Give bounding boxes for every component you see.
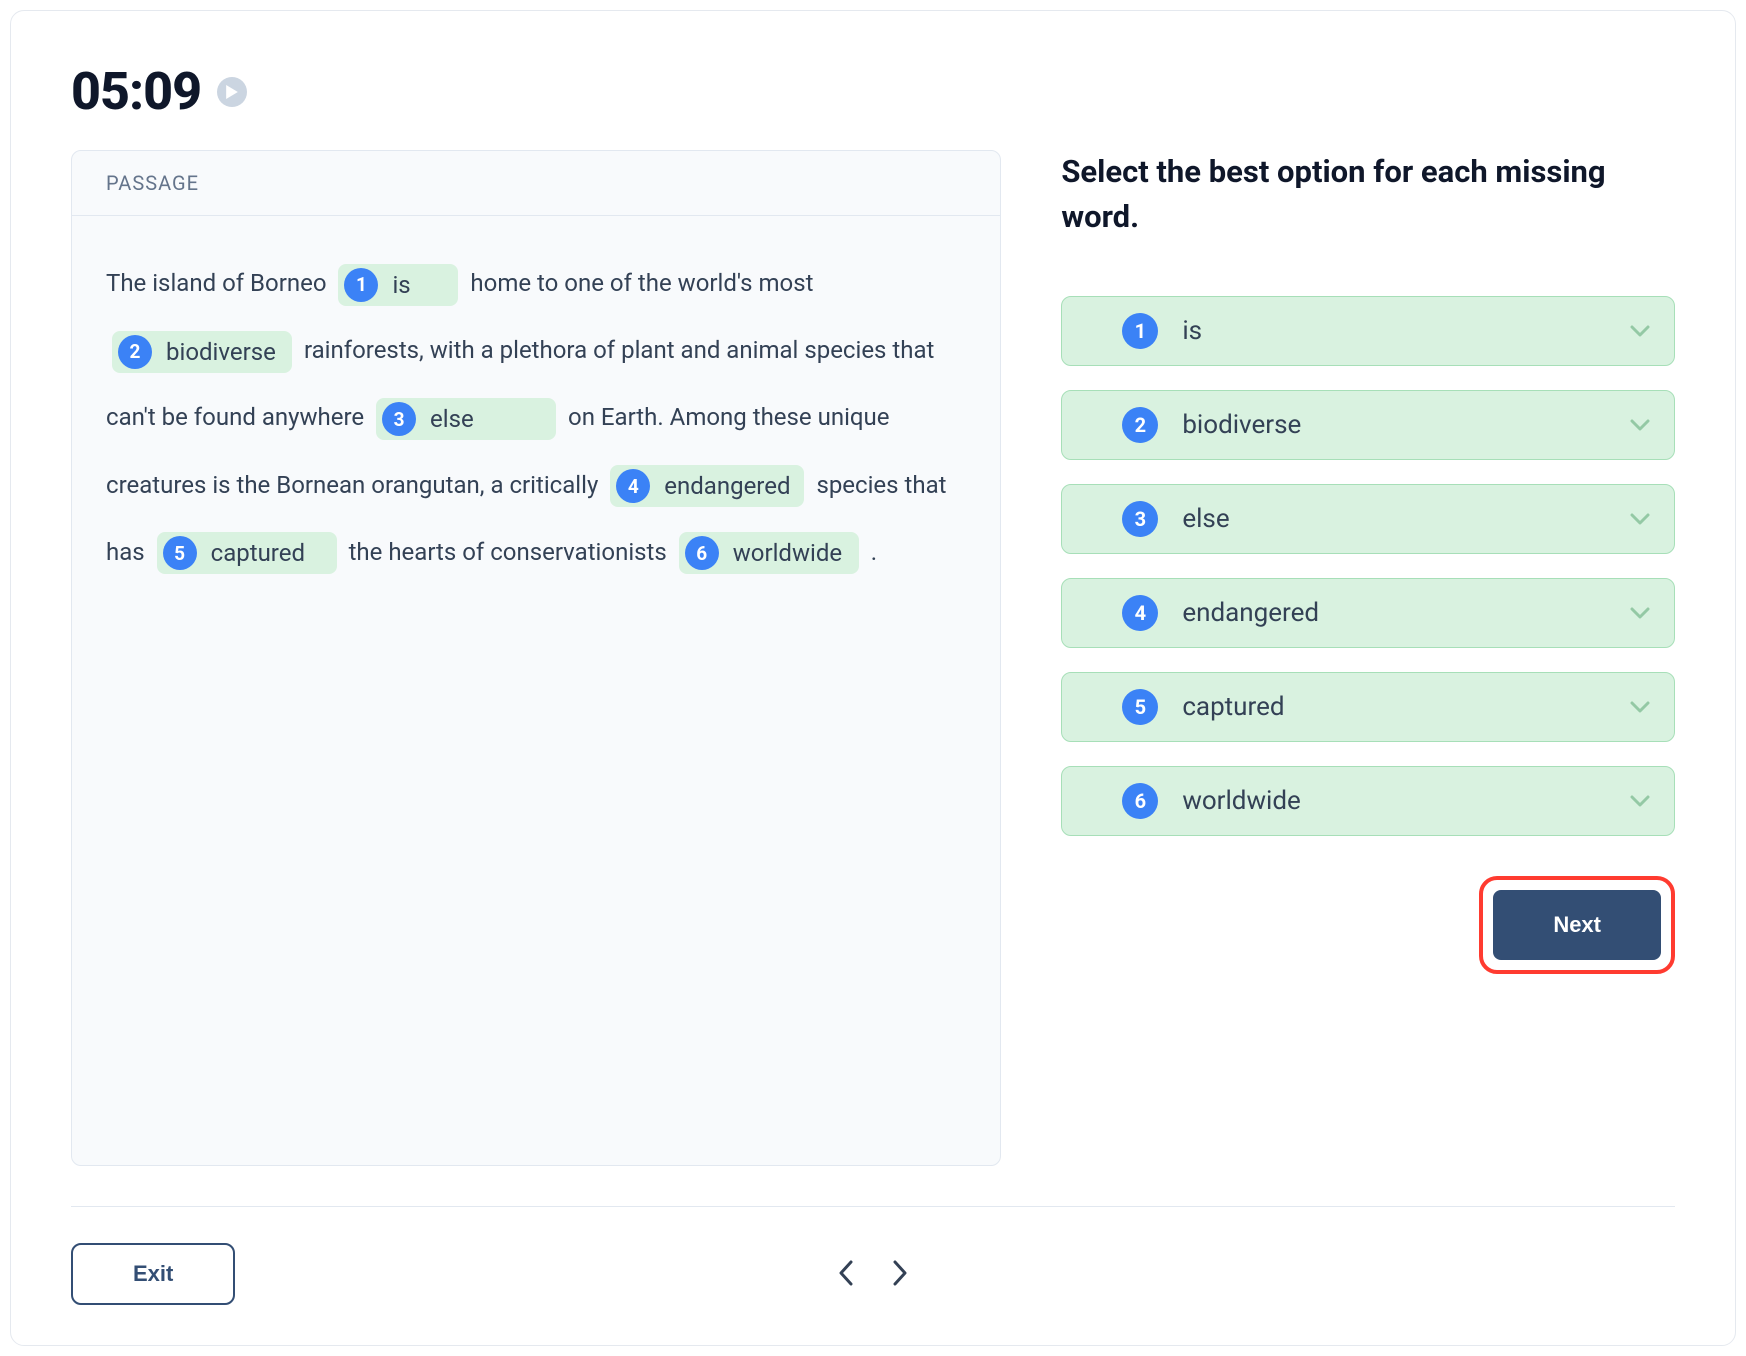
option-select-2[interactable]: 2 biodiverse <box>1061 390 1675 460</box>
nav-arrows <box>834 1255 912 1294</box>
passage-blank-1: 1 is <box>338 264 458 306</box>
chevron-down-icon <box>1630 513 1650 525</box>
exit-button[interactable]: Exit <box>71 1243 235 1305</box>
blank-number-badge: 5 <box>163 536 197 570</box>
passage-body: The island of Borneo 1 is home to one of… <box>72 216 1000 620</box>
option-number-badge: 3 <box>1122 501 1158 537</box>
chevron-down-icon <box>1630 701 1650 713</box>
passage-blank-6: 6 worldwide <box>679 532 859 574</box>
blank-number-badge: 6 <box>685 536 719 570</box>
blank-number-badge: 3 <box>382 402 416 436</box>
chevron-down-icon <box>1630 607 1650 619</box>
option-number-badge: 4 <box>1122 595 1158 631</box>
next-arrow-button[interactable] <box>888 1255 912 1294</box>
option-number-badge: 2 <box>1122 407 1158 443</box>
chevron-right-icon <box>892 1259 908 1287</box>
passage-segment: . <box>871 538 877 566</box>
passage-panel: PASSAGE The island of Borneo 1 is home t… <box>71 150 1001 1166</box>
chevron-down-icon <box>1630 325 1650 337</box>
chevron-down-icon <box>1630 419 1650 431</box>
option-number-badge: 6 <box>1122 783 1158 819</box>
blank-word: worldwide <box>733 541 842 565</box>
option-select-1[interactable]: 1 is <box>1061 296 1675 366</box>
timer-row: 05:09 <box>71 61 1675 122</box>
blank-number-badge: 4 <box>616 469 650 503</box>
passage-blank-5: 5 captured <box>157 532 337 574</box>
option-label: is <box>1182 316 1606 346</box>
option-label: biodiverse <box>1182 410 1606 440</box>
blank-word: captured <box>211 541 305 565</box>
content-area: PASSAGE The island of Borneo 1 is home t… <box>71 150 1675 1166</box>
passage-segment: the hearts of conservationists <box>349 538 673 566</box>
passage-blank-2: 2 biodiverse <box>112 331 292 373</box>
option-number-badge: 5 <box>1122 689 1158 725</box>
next-button[interactable]: Next <box>1493 890 1661 960</box>
blank-word: is <box>392 273 410 297</box>
chevron-down-icon <box>1630 795 1650 807</box>
option-label: worldwide <box>1182 786 1606 816</box>
option-label: else <box>1182 504 1606 534</box>
option-select-5[interactable]: 5 captured <box>1061 672 1675 742</box>
passage-blank-3: 3 else <box>376 398 556 440</box>
footer-bar: Exit <box>71 1206 1675 1305</box>
options-list: 1 is 2 biodiverse 3 else 4 endangered <box>1061 296 1675 836</box>
chevron-left-icon <box>838 1259 854 1287</box>
blank-number-badge: 1 <box>344 268 378 302</box>
blank-number-badge: 2 <box>118 335 152 369</box>
passage-segment: The island of Borneo <box>106 269 332 297</box>
next-button-highlight: Next <box>1479 876 1675 974</box>
option-label: captured <box>1182 692 1606 722</box>
blank-word: biodiverse <box>166 340 276 364</box>
blank-word: else <box>430 407 474 431</box>
passage-header: PASSAGE <box>72 151 1000 216</box>
play-button[interactable] <box>217 77 247 107</box>
instruction-text: Select the best option for each missing … <box>1061 150 1675 240</box>
passage-segment: home to one of the world's most <box>470 269 813 297</box>
play-icon <box>225 85 239 99</box>
quiz-card: 05:09 PASSAGE The island of Borneo 1 is … <box>10 10 1736 1346</box>
passage-blank-4: 4 endangered <box>610 465 804 507</box>
answer-panel: Select the best option for each missing … <box>1061 150 1675 1166</box>
option-number-badge: 1 <box>1122 313 1158 349</box>
blank-word: endangered <box>664 474 790 498</box>
prev-arrow-button[interactable] <box>834 1255 858 1294</box>
option-select-4[interactable]: 4 endangered <box>1061 578 1675 648</box>
option-label: endangered <box>1182 598 1606 628</box>
timer-display: 05:09 <box>71 61 201 122</box>
option-select-6[interactable]: 6 worldwide <box>1061 766 1675 836</box>
option-select-3[interactable]: 3 else <box>1061 484 1675 554</box>
